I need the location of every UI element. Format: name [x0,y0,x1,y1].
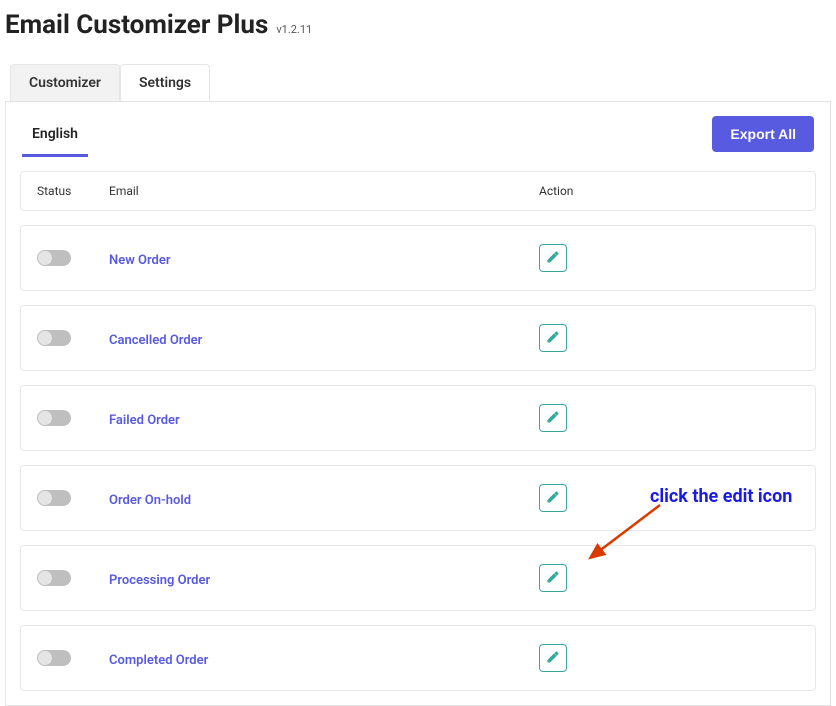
email-name-link[interactable]: Order On-hold [109,493,191,508]
column-header-status: Status [37,184,109,198]
edit-button[interactable] [539,484,567,512]
email-name-link[interactable]: Completed Order [109,653,208,668]
table-row: New Order [20,225,816,291]
edit-button[interactable] [539,644,567,672]
edit-button[interactable] [539,404,567,432]
status-toggle[interactable] [37,490,71,506]
table-row: Completed Order [20,625,816,691]
annotation-text: click the edit icon [650,486,792,507]
table-row: Failed Order [20,385,816,451]
table-header-row: Status Email Action [20,171,816,211]
export-all-button[interactable]: Export All [712,116,814,152]
status-toggle[interactable] [37,410,71,426]
email-name-link[interactable]: Processing Order [109,573,210,588]
panel-header: English Export All [6,102,830,157]
table-row: Processing Order [20,545,816,611]
status-toggle[interactable] [37,250,71,266]
edit-button[interactable] [539,564,567,592]
table-row: Cancelled Order [20,305,816,371]
primary-tabs: Customizer Settings [10,64,836,101]
column-header-email: Email [109,184,539,198]
pencil-icon [546,250,560,267]
tab-settings[interactable]: Settings [120,64,210,101]
pencil-icon [546,410,560,427]
status-toggle[interactable] [37,650,71,666]
main-panel: English Export All Status Email Action N… [5,101,831,706]
tab-customizer[interactable]: Customizer [10,64,120,101]
email-table: Status Email Action New Order C [6,157,830,691]
email-name-link[interactable]: New Order [109,253,171,268]
status-toggle[interactable] [37,330,71,346]
page-title: Email Customizer Plus [5,10,268,40]
pencil-icon [546,650,560,667]
email-name-link[interactable]: Cancelled Order [109,333,202,348]
column-header-action: Action [539,184,799,198]
page-title-block: Email Customizer Plus v1.2.11 [0,0,836,40]
pencil-icon [546,330,560,347]
pencil-icon [546,570,560,587]
edit-button[interactable] [539,324,567,352]
edit-button[interactable] [539,244,567,272]
language-tab-english[interactable]: English [22,112,88,157]
email-name-link[interactable]: Failed Order [109,413,180,428]
pencil-icon [546,490,560,507]
version-label: v1.2.11 [276,23,312,36]
status-toggle[interactable] [37,570,71,586]
